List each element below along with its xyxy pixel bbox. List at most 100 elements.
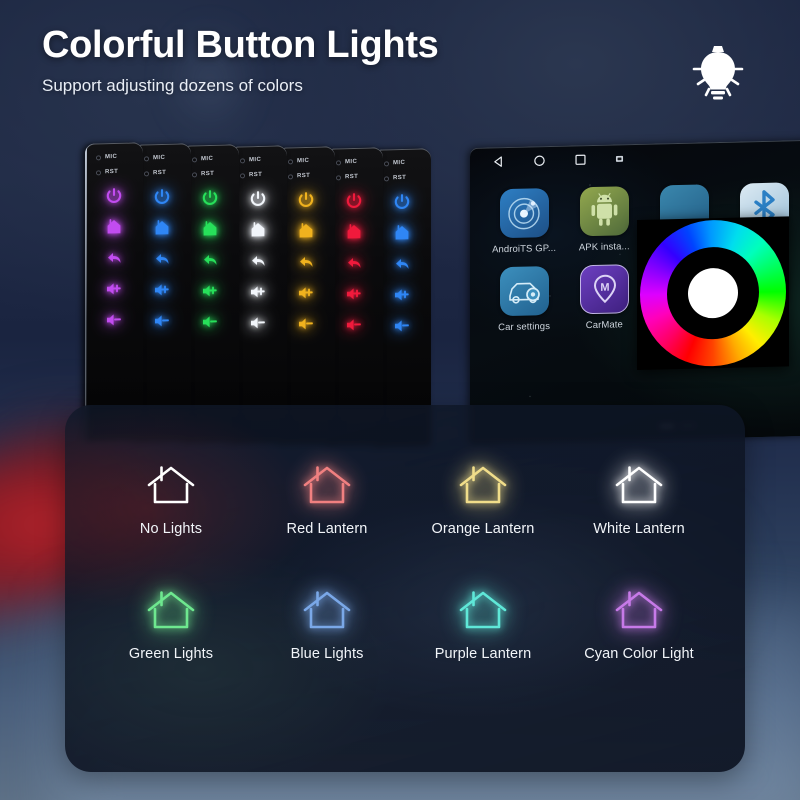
house-outline-icon[interactable]: [144, 588, 198, 632]
light-mode-label: Green Lights: [128, 646, 214, 662]
app-label: AndroiTS GP...: [492, 242, 557, 256]
light-mode-item[interactable]: Green Lights: [93, 588, 249, 662]
mic-hole-icon: [384, 160, 389, 166]
home-icon[interactable]: [392, 223, 412, 243]
reset-hole-icon[interactable]: [192, 171, 197, 177]
rst-hole-row[interactable]: RST: [85, 168, 143, 175]
app-label: APK insta...: [578, 241, 630, 254]
light-mode-item[interactable]: Orange Lantern: [405, 463, 561, 537]
light-modes-row-1: No Lights Red Lantern Orange Lantern White …: [93, 463, 717, 537]
app-item[interactable]: M CarMate: [564, 264, 644, 332]
screenshot-nav-icon[interactable]: [615, 154, 624, 163]
light-mode-item[interactable]: No Lights: [93, 463, 249, 537]
power-icon[interactable]: [200, 188, 220, 208]
button-row[interactable]: [85, 309, 143, 330]
home-icon[interactable]: [248, 220, 268, 240]
volume-up-icon[interactable]: [248, 282, 268, 302]
button-row[interactable]: [85, 185, 143, 206]
volume-down-icon[interactable]: [104, 310, 124, 330]
back-icon[interactable]: [248, 251, 268, 271]
volume-up-icon[interactable]: [296, 283, 316, 303]
house-outline-icon[interactable]: [612, 588, 666, 632]
button-panel-purple-0[interactable]: MIC RST: [85, 142, 143, 441]
recents-nav-icon[interactable]: [574, 153, 587, 166]
volume-up-icon[interactable]: [392, 285, 412, 305]
volume-up-icon[interactable]: [104, 279, 124, 299]
button-row[interactable]: [85, 216, 143, 237]
power-icon[interactable]: [248, 189, 268, 209]
house-outline-icon[interactable]: [144, 463, 198, 507]
home-icon[interactable]: [344, 222, 364, 242]
back-icon[interactable]: [296, 252, 316, 272]
volume-down-icon[interactable]: [248, 313, 268, 333]
light-mode-item[interactable]: Blue Lights: [249, 588, 405, 662]
back-icon[interactable]: [200, 250, 220, 270]
light-mode-item[interactable]: Purple Lantern: [405, 588, 561, 662]
light-modes-row-2: Green Lights Blue Lights Purple Lantern Cya…: [93, 588, 717, 662]
light-modes-card: No Lights Red Lantern Orange Lantern White …: [65, 405, 745, 772]
mic-label: MIC: [153, 154, 166, 162]
home-nav-icon[interactable]: [533, 154, 546, 167]
reset-hole-icon[interactable]: [144, 170, 149, 176]
back-icon[interactable]: [392, 254, 412, 274]
house-outline-icon[interactable]: [300, 588, 354, 632]
svg-text:M: M: [600, 282, 609, 294]
volume-down-icon[interactable]: [392, 316, 412, 336]
lightbulb-icon: [692, 46, 744, 100]
reset-hole-icon[interactable]: [96, 169, 101, 175]
home-icon[interactable]: [104, 217, 124, 237]
mic-label: MIC: [105, 153, 118, 161]
house-outline-icon[interactable]: [612, 463, 666, 507]
home-icon[interactable]: [200, 219, 220, 239]
button-row[interactable]: [85, 278, 143, 299]
rst-label: RST: [105, 168, 119, 176]
power-icon[interactable]: [152, 187, 172, 207]
mic-label: MIC: [201, 155, 214, 163]
light-mode-item[interactable]: White Lantern: [561, 463, 717, 537]
power-icon[interactable]: [392, 192, 412, 212]
power-icon[interactable]: [344, 191, 364, 211]
volume-down-icon[interactable]: [152, 311, 172, 331]
light-mode-label: Purple Lantern: [434, 646, 532, 662]
back-icon[interactable]: [104, 248, 124, 268]
home-icon[interactable]: [152, 218, 172, 238]
rst-label: RST: [153, 169, 167, 177]
reset-hole-icon[interactable]: [336, 174, 341, 180]
volume-up-icon[interactable]: [152, 280, 172, 300]
reset-hole-icon[interactable]: [288, 173, 293, 179]
volume-up-icon[interactable]: [344, 284, 364, 304]
android-head-unit-screen[interactable]: AndroiTS GP... APK insta... Car settings…: [470, 138, 800, 444]
light-mode-item[interactable]: Red Lantern: [249, 463, 405, 537]
home-icon[interactable]: [296, 221, 316, 241]
app-item[interactable]: AndroiTS GP...: [484, 188, 564, 256]
gps-radar-icon[interactable]: [499, 188, 549, 239]
volume-down-icon[interactable]: [344, 315, 364, 335]
rst-label: RST: [297, 172, 311, 180]
volume-up-icon[interactable]: [200, 281, 220, 301]
app-label: CarMate: [585, 319, 623, 332]
app-item[interactable]: Car settings: [484, 266, 564, 334]
carmate-pin-icon[interactable]: M: [579, 264, 629, 315]
power-icon[interactable]: [104, 186, 124, 206]
volume-down-icon[interactable]: [200, 312, 220, 332]
color-wheel-picker[interactable]: [637, 216, 789, 370]
house-outline-icon[interactable]: [300, 463, 354, 507]
light-modes-grid: No Lights Red Lantern Orange Lantern White …: [65, 463, 745, 662]
reset-hole-icon[interactable]: [240, 172, 245, 178]
back-nav-icon[interactable]: [492, 155, 505, 168]
volume-down-icon[interactable]: [296, 314, 316, 334]
power-icon[interactable]: [296, 190, 316, 210]
reset-hole-icon[interactable]: [384, 175, 389, 181]
mic-label: MIC: [297, 157, 310, 165]
back-icon[interactable]: [344, 253, 364, 273]
android-robot-icon[interactable]: [579, 186, 629, 237]
app-item[interactable]: APK insta...: [564, 186, 644, 254]
light-mode-item[interactable]: Cyan Color Light: [561, 588, 717, 662]
house-outline-icon[interactable]: [456, 463, 510, 507]
button-row[interactable]: [85, 247, 143, 268]
house-outline-icon[interactable]: [456, 588, 510, 632]
back-icon[interactable]: [152, 249, 172, 269]
mic-hole-icon: [96, 154, 101, 160]
mic-label: MIC: [249, 156, 262, 164]
car-gear-icon[interactable]: [499, 266, 549, 317]
